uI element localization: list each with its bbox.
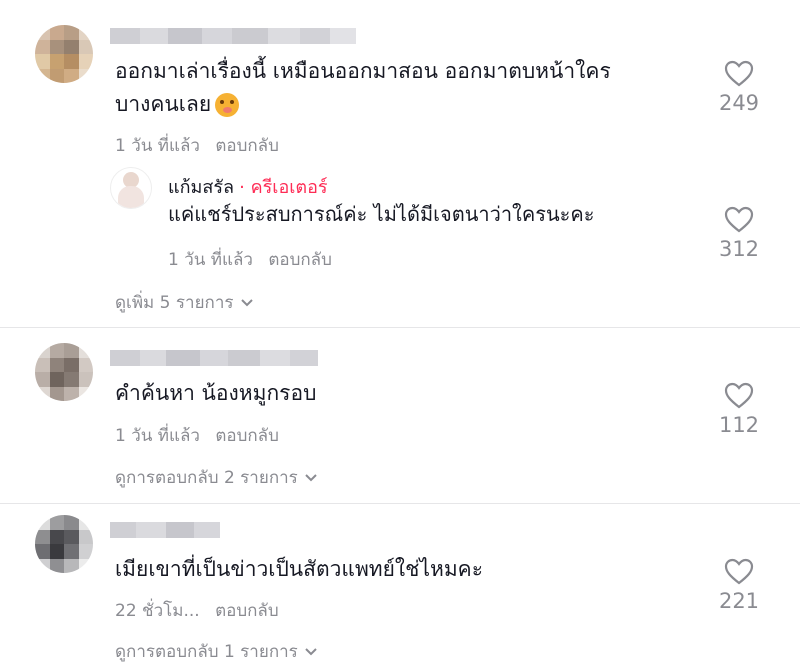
view-more-replies-button[interactable]: ดูการตอบกลับ 1 รายการ [115,638,318,665]
comment-text: คำค้นหา น้องหมูกรอบ [115,381,317,405]
chevron-down-icon [305,473,317,481]
heart-icon[interactable] [724,558,754,585]
comment-time: 1 วัน ที่แล้ว [115,136,200,156]
like-count: 249 [718,91,760,115]
creator-badge: · ครีเอเตอร์ [239,177,328,198]
view-more-label: ดูเพิ่ม 5 รายการ [115,293,234,313]
shushing-face-emoji-icon [215,93,240,117]
reply-text: แค่แชร์ประสบการณ์ค่ะ ไม่ได้มีเจตนาว่าใคร… [168,202,595,226]
comment-text-line: ออกมาเล่าเรื่องนี้ เหมือนออกมาสอน ออกมาต… [115,59,611,83]
like-button[interactable]: 112 [709,382,769,437]
comment-text: ออกมาเล่าเรื่องนี้ เหมือนออกมาสอน ออกมาต… [115,55,695,121]
view-more-replies-button[interactable]: ดูเพิ่ม 5 รายการ [115,289,254,316]
username-redacted[interactable] [110,350,318,366]
avatar[interactable] [35,343,93,401]
heart-icon[interactable] [724,60,754,87]
heart-icon[interactable] [724,206,754,233]
view-more-replies-button[interactable]: ดูการตอบกลับ 2 รายการ [115,464,318,491]
like-button[interactable]: 312 [709,206,769,261]
like-button[interactable]: 249 [709,60,769,115]
divider [0,503,800,504]
divider [0,327,800,328]
comment-meta: 22 ชั่วโม... ตอบกลับ [115,597,279,624]
reply-button[interactable]: ตอบกลับ [215,601,279,621]
comment-text: เมียเขาที่เป็นข่าวเป็นสัตวแพทย์ใช่ไหมคะ [115,557,484,581]
reply-header: แก้มสรัล · ครีเอเตอร์ [168,172,328,201]
heart-icon[interactable] [724,382,754,409]
avatar[interactable] [35,25,93,83]
reply-button[interactable]: ตอบกลับ [215,426,279,446]
like-count: 312 [718,237,760,261]
comment-text-line: บางคนเลย [115,88,695,121]
like-count: 112 [718,413,760,437]
comment-meta: 1 วัน ที่แล้ว ตอบกลับ [115,132,279,159]
avatar[interactable] [35,515,93,573]
comment-text-line-content: บางคนเลย [115,92,212,116]
reply-button[interactable]: ตอบกลับ [268,250,332,270]
reply-meta: 1 วัน ที่แล้ว ตอบกลับ [168,246,332,273]
like-count: 221 [718,589,760,613]
reply-time: 1 วัน ที่แล้ว [168,250,253,270]
username-redacted[interactable] [110,28,356,44]
comment-meta: 1 วัน ที่แล้ว ตอบกลับ [115,422,279,449]
chevron-down-icon [305,647,317,655]
username-redacted[interactable] [110,522,220,538]
reply-button[interactable]: ตอบกลับ [215,136,279,156]
like-button[interactable]: 221 [709,558,769,613]
reply-author[interactable]: แก้มสรัล [168,177,234,198]
view-more-label: ดูการตอบกลับ 1 รายการ [115,642,298,662]
comment-time: 1 วัน ที่แล้ว [115,426,200,446]
creator-avatar[interactable] [110,167,152,209]
view-more-label: ดูการตอบกลับ 2 รายการ [115,468,298,488]
chevron-down-icon [240,298,253,306]
comment-time: 22 ชั่วโม... [115,601,200,621]
